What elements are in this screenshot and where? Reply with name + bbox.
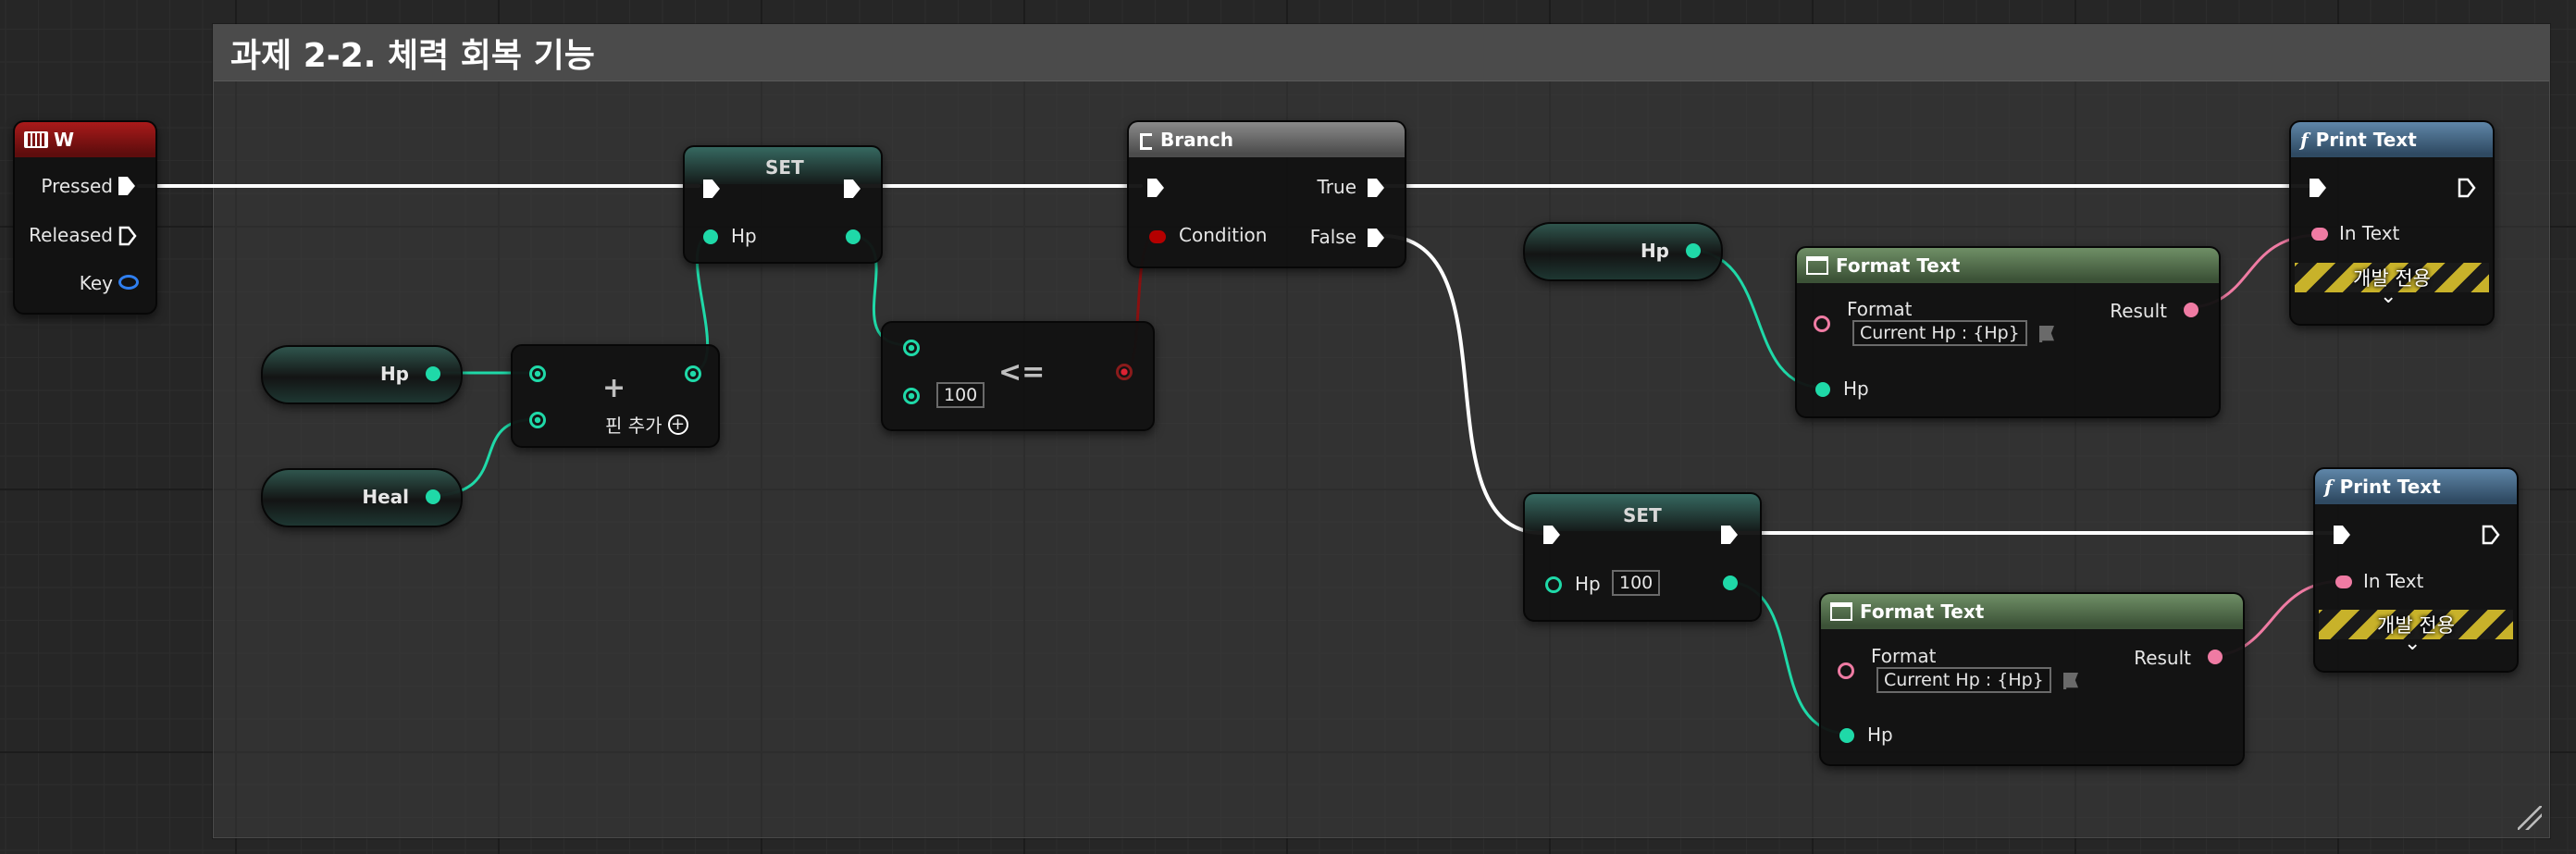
expand-chevron-icon[interactable]: ⌄	[2380, 285, 2396, 308]
branch-false-exec-pin[interactable]	[1368, 229, 1384, 247]
print-2-in-text-label: In Text	[2363, 570, 2424, 592]
expand-chevron-icon[interactable]: ⌄	[2404, 632, 2421, 655]
pressed-exec-pin[interactable]	[118, 177, 135, 195]
format-text-icon	[1806, 256, 1828, 275]
format-2-format-input[interactable]: Current Hp : {Hp}	[1876, 667, 2051, 693]
released-exec-pin[interactable]	[118, 226, 137, 246]
format-2-result-pin[interactable]	[2208, 650, 2223, 664]
format-2-title: Format Text	[1860, 600, 1985, 623]
hp-getter-2-label: Hp	[1640, 240, 1669, 262]
heal-getter-label: Heal	[362, 486, 409, 508]
format-1-format-input[interactable]: Current Hp : {Hp}	[1852, 320, 2027, 346]
key-event-title: W	[54, 129, 75, 151]
function-icon: f	[2300, 129, 2309, 151]
compare-node[interactable]: 100 <=	[881, 321, 1155, 431]
format-1-hp-label: Hp	[1843, 377, 1869, 400]
format-1-hp-pin[interactable]	[1815, 382, 1830, 397]
hp-getter-label: Hp	[379, 363, 409, 385]
set-1-hp-label: Hp	[731, 225, 757, 247]
key-event-node[interactable]: W Pressed Released Key	[13, 120, 157, 315]
compare-value-input[interactable]: 100	[936, 382, 985, 408]
format-2-header: Format Text	[1821, 594, 2243, 629]
hp-getter-2-output-pin[interactable]	[1686, 243, 1701, 258]
print-1-header: f Print Text	[2291, 122, 2493, 157]
flag-icon[interactable]	[2063, 673, 2078, 689]
key-label: Key	[79, 272, 113, 294]
flag-icon[interactable]	[2039, 326, 2054, 342]
format-2-format-label: Format	[1871, 645, 1937, 667]
add-pin-label: 핀 추가	[605, 415, 663, 437]
add-operator: +	[602, 372, 626, 404]
add-pin-button[interactable]: 핀 추가 +	[605, 411, 688, 438]
print-1-exec-out[interactable]	[2458, 178, 2476, 198]
branch-icon	[1138, 131, 1155, 150]
format-2-format-pin[interactable]	[1838, 662, 1854, 679]
print-2-exec-in[interactable]	[2334, 526, 2350, 544]
set-2-hp-label: Hp	[1575, 573, 1601, 595]
print-1-in-text-label: In Text	[2339, 222, 2400, 244]
set-2-hp-output-pin[interactable]	[1723, 576, 1738, 590]
print-1-in-text-pin[interactable]	[2311, 228, 2328, 241]
print-2-in-text-pin[interactable]	[2335, 576, 2352, 588]
set-1-hp-input-pin[interactable]	[703, 229, 718, 244]
set-node-1[interactable]: SET Hp	[683, 145, 883, 264]
branch-title: Branch	[1160, 129, 1233, 151]
keyboard-icon	[24, 131, 48, 148]
format-1-result-pin[interactable]	[2184, 303, 2198, 317]
print-2-header: f Print Text	[2315, 469, 2517, 504]
released-label: Released	[29, 224, 113, 246]
function-icon: f	[2324, 476, 2333, 498]
add-circle-icon: +	[667, 414, 688, 435]
set-node-2[interactable]: SET Hp 100	[1523, 492, 1762, 622]
format-2-result-label: Result	[2134, 647, 2191, 669]
format-text-icon	[1830, 602, 1852, 621]
key-struct-pin[interactable]	[118, 275, 139, 290]
add-input-a-pin[interactable]	[529, 365, 546, 382]
branch-header: Branch	[1129, 122, 1405, 157]
branch-condition-label: Condition	[1179, 224, 1268, 246]
add-node[interactable]: + 핀 추가 +	[511, 344, 720, 448]
branch-false-label: False	[1309, 226, 1356, 248]
heal-getter-node[interactable]: Heal	[261, 468, 463, 527]
format-1-format-pin[interactable]	[1814, 316, 1830, 332]
format-1-title: Format Text	[1836, 254, 1961, 277]
set-1-hp-output-pin[interactable]	[846, 229, 861, 244]
key-event-header: W	[15, 122, 155, 157]
hp-getter-node[interactable]: Hp	[261, 345, 463, 404]
format-1-result-label: Result	[2110, 300, 2167, 322]
add-output-pin[interactable]	[685, 365, 701, 382]
compare-output-pin[interactable]	[1116, 364, 1133, 380]
format-2-hp-label: Hp	[1867, 724, 1893, 746]
branch-condition-pin[interactable]	[1149, 230, 1166, 243]
hp-getter-node-2[interactable]: Hp	[1523, 222, 1723, 281]
print-text-node-1[interactable]: f Print Text In Text 개발 전용 ⌄	[2289, 120, 2495, 326]
add-input-b-pin[interactable]	[529, 412, 546, 428]
branch-exec-in[interactable]	[1147, 179, 1164, 197]
exec-wire	[1381, 234, 1544, 535]
format-2-hp-pin[interactable]	[1839, 728, 1854, 743]
format-1-format-label: Format	[1847, 298, 1913, 320]
set-2-hp-value-input[interactable]: 100	[1612, 570, 1661, 596]
compare-operator: <=	[998, 356, 1046, 389]
print-1-title: Print Text	[2315, 129, 2417, 151]
print-2-title: Print Text	[2339, 476, 2441, 498]
print-text-node-2[interactable]: f Print Text In Text 개발 전용 ⌄	[2313, 467, 2519, 673]
format-text-node-1[interactable]: Format Text Format Current Hp : {Hp} Res…	[1795, 246, 2221, 418]
compare-input-b-pin[interactable]	[903, 388, 920, 404]
format-1-header: Format Text	[1797, 248, 2219, 283]
heal-output-pin[interactable]	[426, 489, 440, 504]
branch-true-exec-pin[interactable]	[1368, 179, 1384, 197]
pressed-label: Pressed	[41, 175, 113, 197]
set-1-title: SET	[765, 156, 804, 179]
format-text-node-2[interactable]: Format Text Format Current Hp : {Hp} Res…	[1819, 592, 2245, 766]
print-2-exec-out[interactable]	[2482, 525, 2500, 545]
branch-node[interactable]: Branch True Condition False	[1127, 120, 1406, 268]
branch-true-label: True	[1317, 176, 1356, 198]
print-1-exec-in[interactable]	[2310, 179, 2326, 197]
set-2-hp-input-pin[interactable]	[1545, 576, 1562, 593]
compare-input-a-pin[interactable]	[903, 340, 920, 356]
set-2-title: SET	[1623, 504, 1662, 526]
hp-output-pin[interactable]	[426, 366, 440, 381]
